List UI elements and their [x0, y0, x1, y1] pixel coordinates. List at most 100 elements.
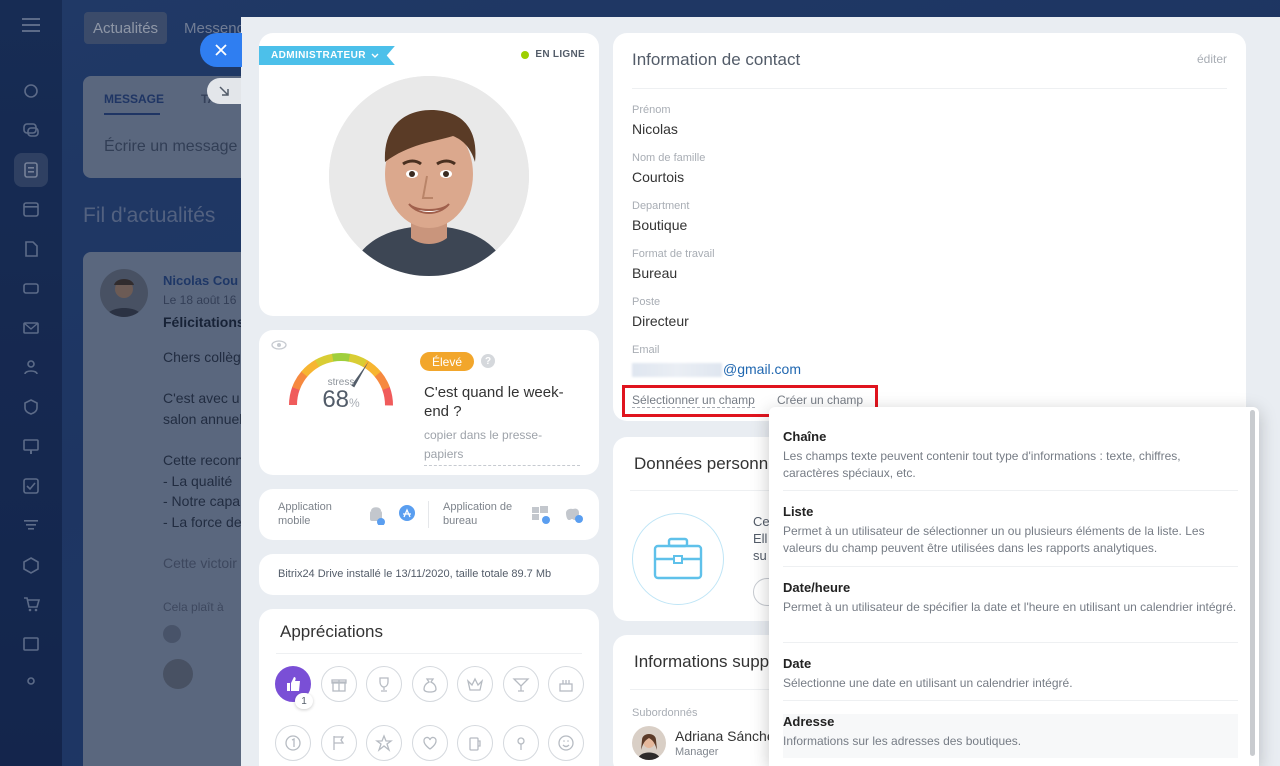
appreciations-card: Appréciations 1	[259, 609, 599, 766]
field-label: Poste	[632, 296, 661, 308]
android-icon[interactable]	[367, 505, 385, 525]
apple-icon[interactable]	[564, 504, 584, 524]
flower-icon[interactable]	[503, 725, 539, 761]
desktop-app-label: Application de bureau	[443, 501, 513, 527]
field-type-option[interactable]: Date Sélectionne une date en utilisant u…	[783, 656, 1238, 701]
windows-icon[interactable]	[531, 505, 551, 525]
like-count: 1	[295, 693, 313, 709]
online-dot-icon	[521, 50, 530, 59]
close-icon	[215, 44, 227, 56]
online-status-label: EN LIGNE	[535, 49, 585, 60]
personal-title: Données personne	[634, 454, 778, 473]
contact-title: Information de contact	[632, 50, 801, 69]
cake-icon[interactable]	[548, 666, 584, 702]
edit-link[interactable]: éditer	[1197, 52, 1227, 66]
subordinates-label: Subordonnés	[632, 707, 698, 719]
field-value: Boutique	[632, 217, 688, 233]
field-type-option[interactable]: Adresse Informations sur les adresses de…	[783, 714, 1238, 758]
personal-text: Ce	[753, 514, 770, 529]
subordinate-role: Manager	[675, 746, 719, 758]
personal-text: su	[753, 548, 767, 563]
role-badge[interactable]: ADMINISTRATEUR	[259, 46, 395, 65]
field-value: Courtois	[632, 169, 685, 185]
field-value: Nicolas	[632, 121, 678, 137]
briefcase-icon	[632, 513, 724, 605]
apps-divider	[428, 501, 429, 528]
flag-icon[interactable]	[321, 725, 357, 761]
gauge-segment	[348, 353, 368, 368]
minimize-slider-button[interactable]	[207, 78, 241, 104]
option-description: Permet à un utilisateur de sélectionner …	[783, 524, 1205, 555]
appreciations-title: Appréciations	[280, 622, 384, 641]
field-value: Bureau	[632, 265, 678, 281]
gauge-segment	[331, 353, 351, 362]
arrow-down-right-icon	[219, 86, 229, 96]
contact-divider	[632, 88, 1227, 89]
cocktail-icon[interactable]	[503, 666, 539, 702]
appstore-icon[interactable]	[399, 505, 417, 523]
stress-level-badge: Élevé	[420, 352, 475, 371]
crown-icon[interactable]	[457, 666, 493, 702]
gauge-segment	[289, 386, 300, 406]
gauge-segment	[362, 359, 382, 378]
gauge-segment	[301, 359, 320, 377]
email-value[interactable]: @gmail.com	[723, 361, 801, 377]
drive-card: Bitrix24 Drive installé le 13/11/2020, t…	[259, 554, 599, 595]
stress-value: 68%	[311, 386, 371, 414]
apps-card: Application mobile Application de bureau	[259, 489, 599, 540]
field-label: Nom de famille	[632, 152, 706, 164]
option-description: Informations sur les adresses des boutiq…	[783, 734, 1022, 748]
close-slider-button[interactable]	[200, 33, 242, 67]
gauge-segment	[382, 387, 393, 406]
option-title: Adresse	[783, 714, 835, 729]
stress-card: stress 68% Élevé ? C'est quand le week-e…	[259, 330, 599, 475]
field-label: Prénom	[632, 104, 671, 116]
gauge-segment	[315, 353, 334, 367]
profile-card: ADMINISTRATEUR EN LIGNE	[259, 33, 599, 316]
option-title: Chaîne	[783, 429, 827, 444]
gauge-segment	[374, 371, 391, 391]
gauge-segment	[292, 371, 308, 391]
subordinate-avatar[interactable]	[632, 726, 666, 760]
contact-card: Information de contact éditer Prénom Nic…	[613, 33, 1246, 421]
heart-icon[interactable]	[412, 725, 448, 761]
field-type-dropdown: Chaîne Les champs texte peuvent contenir…	[769, 407, 1259, 766]
field-type-option[interactable]: Chaîne Les champs texte peuvent contenir…	[783, 429, 1238, 491]
chevron-down-icon	[371, 53, 379, 58]
stress-quote: C'est quand le week-end ?	[424, 384, 564, 420]
gift-icon[interactable]	[321, 666, 357, 702]
role-badge-label: ADMINISTRATEUR	[271, 50, 366, 61]
appreciations-divider	[276, 653, 582, 654]
email-blurred	[632, 363, 722, 377]
field-type-option[interactable]: Liste Permet à un utilisateur de sélecti…	[783, 504, 1238, 567]
stress-number: 68	[322, 386, 350, 413]
copy-clipboard-link[interactable]: copier dans le presse-papiers	[424, 426, 580, 466]
field-label: Format de travail	[632, 248, 715, 260]
dropdown-scrollbar[interactable]	[1250, 410, 1255, 756]
personal-text: Ell	[753, 531, 768, 546]
online-status: EN LIGNE	[521, 49, 585, 60]
stress-unit: %	[349, 396, 360, 410]
money-bag-icon[interactable]	[412, 666, 448, 702]
option-title: Date/heure	[783, 580, 851, 595]
subordinate-name[interactable]: Adriana Sánche	[675, 728, 775, 744]
smile-icon[interactable]	[548, 725, 584, 761]
field-label: Department	[632, 200, 690, 212]
option-title: Date	[783, 656, 812, 671]
drive-info: Bitrix24 Drive installé le 13/11/2020, t…	[278, 568, 552, 580]
trophy-icon[interactable]	[366, 666, 402, 702]
field-type-option[interactable]: Date/heure Permet à un utilisateur de sp…	[783, 580, 1238, 643]
mobile-app-label: Application mobile	[278, 501, 332, 527]
field-label: Email	[632, 344, 660, 356]
option-description: Sélectionne une date en utilisant un cal…	[783, 676, 1073, 690]
option-title: Liste	[783, 504, 814, 519]
beer-icon[interactable]	[457, 725, 493, 761]
star-icon[interactable]	[366, 725, 402, 761]
option-description: Permet à un utilisateur de spécifier la …	[783, 600, 1237, 614]
number-one-icon[interactable]	[275, 725, 311, 761]
help-icon[interactable]: ?	[481, 354, 495, 368]
supplementary-title: Informations supp	[634, 652, 770, 671]
field-value: Directeur	[632, 313, 689, 329]
profile-avatar[interactable]	[329, 76, 529, 276]
option-description: Les champs texte peuvent contenir tout t…	[783, 449, 1181, 480]
